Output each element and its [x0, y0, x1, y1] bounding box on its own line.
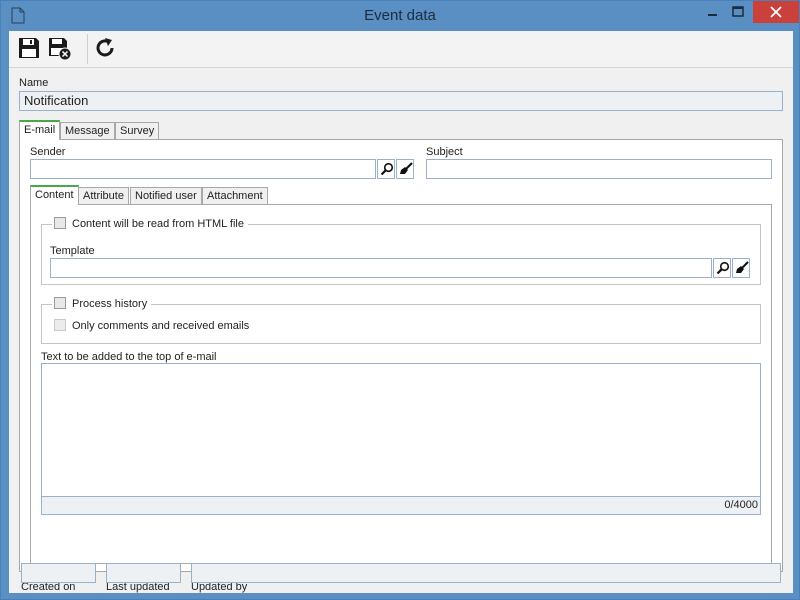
only-comments-label: Only comments and received emails — [72, 320, 250, 332]
minimize-icon — [708, 14, 717, 16]
sender-field[interactable] — [30, 159, 376, 179]
tab-notified-user[interactable]: Notified user — [130, 187, 202, 205]
save-button[interactable] — [17, 36, 43, 62]
html-file-checkbox-label: Content will be read from HTML file — [72, 218, 244, 230]
save-and-exit-icon — [49, 38, 72, 61]
eraser-icon — [736, 261, 749, 273]
toolbar — [9, 31, 793, 68]
template-label: Template — [50, 245, 95, 257]
maximize-button[interactable] — [725, 1, 751, 23]
minimize-button[interactable] — [699, 1, 725, 23]
name-field[interactable]: Notification — [19, 91, 783, 111]
toolbar-separator — [87, 34, 88, 64]
subject-field[interactable] — [426, 159, 772, 179]
created-on-field — [21, 563, 96, 583]
sender-search-button[interactable] — [377, 159, 395, 179]
tab-content[interactable]: Content — [30, 185, 79, 205]
search-icon — [380, 162, 394, 176]
close-icon — [770, 6, 782, 18]
only-comments-checkbox[interactable] — [54, 319, 66, 331]
text-top-value — [42, 364, 760, 370]
template-field[interactable] — [50, 258, 712, 278]
text-top-label: Text to be added to the top of e-mail — [41, 351, 217, 363]
form-body: Name Notification E-mail Message Survey … — [9, 69, 793, 593]
event-data-window: Event data Name Notification E-mail Mess… — [0, 0, 800, 600]
tab-survey[interactable]: Survey — [115, 122, 160, 140]
updated-by-field — [191, 563, 781, 583]
process-history-checkbox-label: Process history — [72, 298, 148, 310]
character-counter: 0/4000 — [42, 496, 760, 514]
process-history-group-title: Process history — [52, 297, 152, 310]
eraser-icon — [400, 162, 413, 174]
save-and-exit-button[interactable] — [47, 36, 73, 62]
maximize-icon — [732, 6, 744, 17]
refresh-icon — [96, 38, 114, 57]
save-icon — [19, 38, 39, 58]
name-label: Name — [19, 77, 49, 89]
sender-clear-button[interactable] — [396, 159, 414, 179]
html-file-group-title: Content will be read from HTML file — [52, 217, 248, 230]
last-updated-field — [106, 563, 181, 583]
title-bar: Event data — [1, 1, 799, 31]
process-history-checkbox[interactable] — [54, 297, 66, 309]
window-title: Event data — [364, 7, 436, 24]
search-icon — [716, 261, 730, 275]
tab-attachment[interactable]: Attachment — [202, 187, 268, 205]
sender-label: Sender — [30, 146, 66, 158]
html-file-checkbox[interactable] — [54, 217, 66, 229]
process-history-group: Process history Only comments and receiv… — [41, 297, 761, 344]
close-button[interactable] — [753, 1, 799, 23]
email-tab-panel: Sender Subject Content Attribute Notifie… — [19, 139, 783, 572]
window-client: Name Notification E-mail Message Survey … — [9, 31, 793, 593]
template-clear-button[interactable] — [732, 258, 750, 278]
subject-label: Subject — [426, 146, 463, 158]
tab-message[interactable]: Message — [60, 122, 115, 140]
html-file-group: Content will be read from HTML file Temp… — [41, 217, 761, 285]
counter-text: 0/4000 — [724, 499, 758, 511]
text-top-textarea[interactable]: 0/4000 — [41, 363, 761, 515]
only-comments-row: Only comments and received emails — [54, 319, 249, 332]
tab-attribute[interactable]: Attribute — [78, 187, 129, 205]
template-search-button[interactable] — [713, 258, 731, 278]
refresh-button[interactable] — [93, 36, 119, 62]
content-tab-panel: Content will be read from HTML file Temp… — [30, 204, 772, 564]
tab-e-mail[interactable]: E-mail — [19, 120, 61, 140]
